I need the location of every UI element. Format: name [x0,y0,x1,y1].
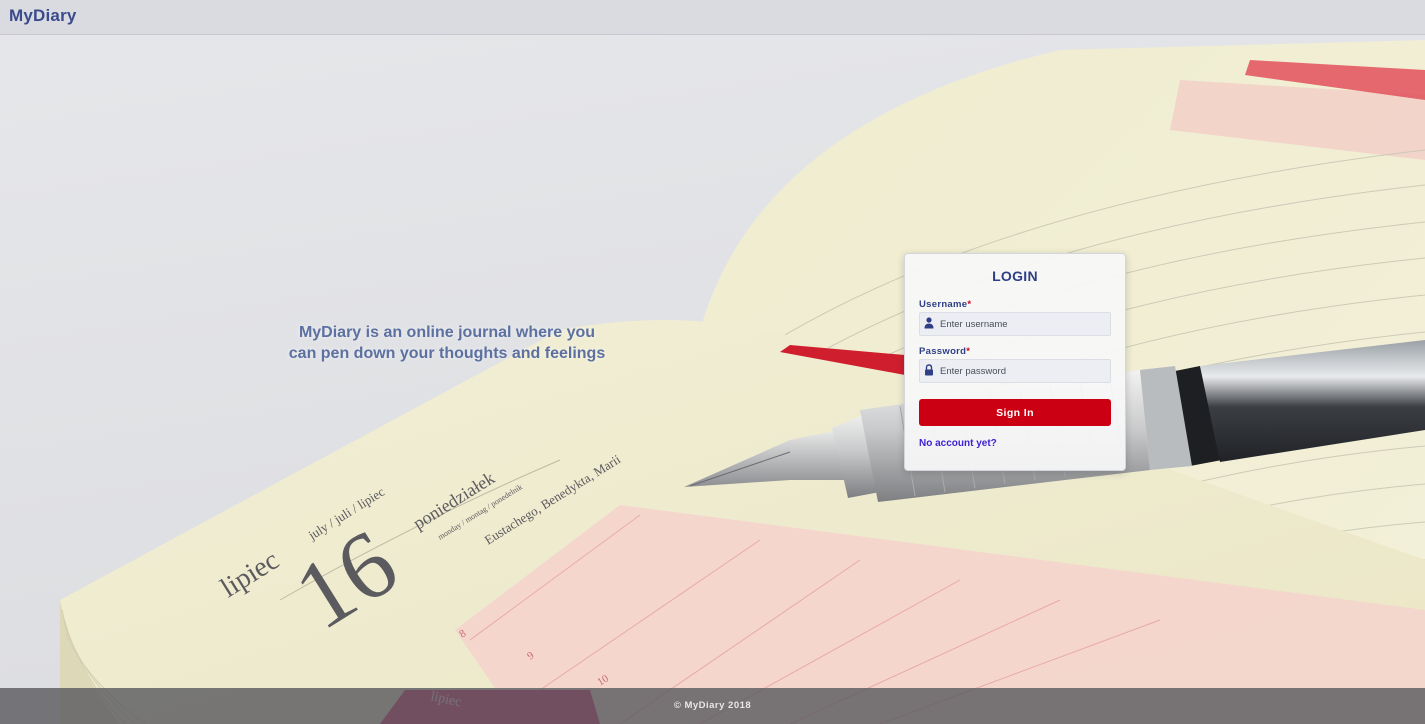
background-diary-image: lipiec july / juli / lipiec 16 poniedzia… [0,0,1425,724]
username-field-wrapper [919,312,1111,336]
login-title: LOGIN [992,268,1038,284]
password-label-text: Password [919,346,967,357]
top-navbar: MyDiary [0,0,1425,35]
footer: © MyDiary 2018 [0,688,1425,724]
password-label: Password* [919,346,970,357]
user-icon [924,317,934,329]
page: lipiec july / juli / lipiec 16 poniedzia… [0,0,1425,724]
no-account-link[interactable]: No account yet? [919,438,997,449]
username-label: Username* [919,299,971,310]
required-marker: * [967,299,972,310]
required-marker: * [966,346,971,357]
lock-icon [925,364,933,376]
brand-logo-link[interactable]: MyDiary [9,6,77,26]
password-input[interactable] [940,360,1108,382]
sign-in-button[interactable]: Sign In [919,399,1111,426]
login-card: LOGIN Username* Password* Sign In No acc… [904,253,1126,471]
hero-tagline: MyDiary is an online journal where you c… [288,324,606,362]
username-label-text: Username [919,299,968,310]
username-input[interactable] [940,313,1108,335]
password-field-wrapper [919,359,1111,383]
footer-copyright: © MyDiary 2018 [673,700,752,711]
